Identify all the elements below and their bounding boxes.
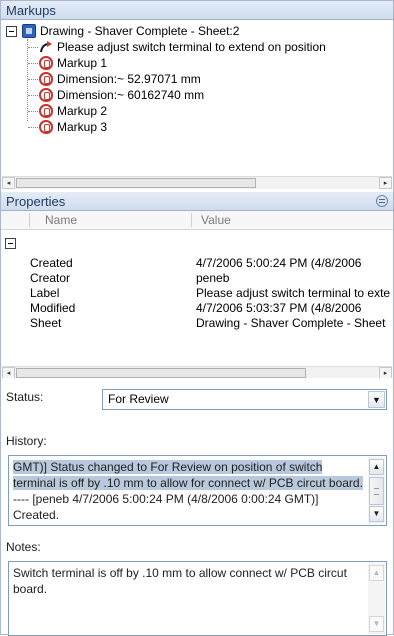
notes-text: Switch terminal is off by .10 mm to allo… bbox=[13, 566, 347, 596]
property-row-created[interactable]: Created 4/7/2006 5:00:24 PM (4/8/2006 bbox=[1, 257, 393, 270]
collapse-toggle-icon[interactable] bbox=[6, 26, 17, 37]
property-name: Sheet bbox=[30, 317, 62, 330]
tree-item-markup-3[interactable]: Markup 3 bbox=[57, 120, 107, 135]
column-separator bbox=[191, 213, 192, 227]
markup-icon bbox=[39, 56, 53, 70]
tree-item-label: Markup 3 bbox=[57, 120, 108, 134]
property-row-modified[interactable]: Modified 4/7/2006 5:03:37 PM (4/8/2006 bbox=[1, 302, 393, 315]
tree-item-dimension-1[interactable]: Dimension:~ 52.97071 mm bbox=[57, 72, 201, 87]
property-value: Please adjust switch terminal to extend bbox=[196, 287, 391, 300]
markups-tree: Drawing - Shaver Complete - Sheet:2 Plea… bbox=[1, 21, 393, 173]
tree-item-label: Please adjust switch terminal to extend … bbox=[57, 40, 326, 54]
column-separator bbox=[29, 213, 30, 227]
property-row-label[interactable]: Label Please adjust switch terminal to e… bbox=[1, 287, 393, 300]
properties-header: Properties bbox=[1, 192, 393, 211]
scroll-right-icon[interactable]: ▸ bbox=[379, 177, 392, 189]
tree-connector bbox=[28, 63, 38, 64]
property-value: peneb bbox=[196, 272, 230, 285]
properties-grid: Name Value Created 4/7/2006 5:00:24 PM (… bbox=[1, 211, 393, 366]
notes-vertical-scrollbar[interactable]: ▲ ▼ bbox=[368, 563, 385, 634]
scroll-up-icon[interactable]: ▲ bbox=[369, 459, 384, 475]
tree-item-markup-2[interactable]: Markup 2 bbox=[57, 104, 107, 119]
property-value: Drawing - Shaver Complete - Sheet bbox=[196, 317, 386, 330]
group-collapse-icon[interactable] bbox=[5, 238, 16, 249]
history-textbox[interactable]: GMT)] Status changed to For Review on po… bbox=[8, 455, 387, 526]
notes-textbox[interactable]: Switch terminal is off by .10 mm to allo… bbox=[8, 561, 387, 636]
scroll-left-icon[interactable]: ◂ bbox=[2, 177, 15, 189]
tree-connector bbox=[28, 47, 38, 48]
tree-connector bbox=[28, 79, 38, 80]
tree-root-label: Drawing - Shaver Complete - Sheet:2 bbox=[40, 24, 240, 38]
tree-item-label: Dimension:~ 52.97071 mm bbox=[57, 72, 201, 86]
history-vertical-scrollbar[interactable]: ▲ ▼ bbox=[368, 457, 385, 524]
markups-horizontal-scrollbar[interactable]: ◂ ▸ bbox=[2, 176, 392, 189]
scroll-up-icon[interactable]: ▲ bbox=[369, 565, 384, 581]
scrollbar-thumb[interactable] bbox=[16, 178, 256, 188]
status-label: Status: bbox=[6, 390, 44, 404]
properties-title: Properties bbox=[6, 194, 66, 209]
column-value-header[interactable]: Value bbox=[201, 213, 231, 227]
chevron-down-icon[interactable]: ▼ bbox=[368, 391, 385, 408]
tree-connector bbox=[27, 39, 28, 121]
tree-item-note[interactable]: Please adjust switch terminal to extend … bbox=[57, 40, 326, 55]
markup-details-form: Status: For Review ▼ History: GMT)] Stat… bbox=[1, 378, 393, 636]
tree-connector bbox=[28, 111, 38, 112]
scrollbar-thumb[interactable] bbox=[16, 368, 306, 378]
history-selected-text: GMT)] Status changed to For Review on po… bbox=[13, 460, 363, 490]
property-name: Creator bbox=[30, 272, 71, 285]
markup-icon bbox=[39, 104, 53, 118]
property-name: Label bbox=[30, 287, 60, 300]
status-dropdown[interactable]: For Review ▼ bbox=[102, 389, 387, 410]
property-name: Created bbox=[30, 257, 73, 270]
tree-item-dimension-2[interactable]: Dimension:~ 60162740 mm bbox=[57, 88, 204, 103]
scroll-down-icon[interactable]: ▼ bbox=[369, 506, 384, 522]
markup-review-pane: Markups Drawing - Shaver Complete - Shee… bbox=[0, 0, 394, 636]
properties-grid-header: Name Value bbox=[1, 211, 393, 230]
scroll-down-icon[interactable]: ▼ bbox=[369, 616, 384, 632]
panel-options-icon[interactable] bbox=[376, 195, 388, 207]
tree-item-label: Markup 2 bbox=[57, 104, 108, 118]
markup-icon bbox=[39, 120, 53, 134]
tree-connector bbox=[28, 127, 38, 128]
notes-label: Notes: bbox=[6, 540, 41, 554]
note-arrow-icon bbox=[39, 40, 53, 54]
history-label: History: bbox=[6, 434, 47, 448]
property-name: Modified bbox=[30, 302, 76, 315]
markups-header: Markups bbox=[1, 1, 393, 20]
history-plain-text: ---- [peneb 4/7/2006 5:00:24 PM (4/8/200… bbox=[13, 492, 319, 522]
status-selected-value: For Review bbox=[108, 392, 169, 406]
scrollbar-thumb[interactable] bbox=[369, 477, 384, 505]
history-text: GMT)] Status changed to For Review on po… bbox=[13, 459, 364, 523]
column-name-header[interactable]: Name bbox=[45, 213, 77, 227]
markup-icon bbox=[39, 72, 53, 86]
markups-title: Markups bbox=[6, 3, 56, 18]
property-row-sheet[interactable]: Sheet Drawing - Shaver Complete - Sheet bbox=[1, 317, 393, 330]
tree-connector bbox=[28, 95, 38, 96]
property-value: 4/7/2006 5:00:24 PM (4/8/2006 bbox=[196, 257, 362, 270]
tree-item-markup-1[interactable]: Markup 1 bbox=[57, 56, 107, 71]
markup-icon bbox=[39, 88, 53, 102]
property-row-creator[interactable]: Creator peneb bbox=[1, 272, 393, 285]
drawing-icon bbox=[22, 24, 36, 38]
tree-item-label: Dimension:~ 60162740 mm bbox=[57, 88, 205, 102]
tree-root-drawing[interactable]: Drawing - Shaver Complete - Sheet:2 bbox=[40, 24, 239, 39]
property-value: 4/7/2006 5:03:37 PM (4/8/2006 bbox=[196, 302, 362, 315]
tree-item-label: Markup 1 bbox=[57, 56, 108, 70]
